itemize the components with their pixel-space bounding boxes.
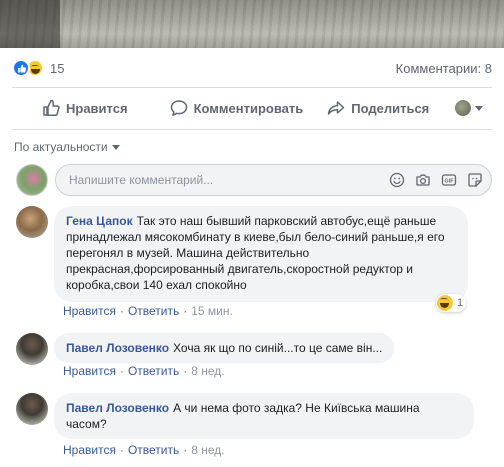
sticker-icon[interactable] xyxy=(467,172,483,188)
svg-text:GIF: GIF xyxy=(444,179,454,185)
gif-icon[interactable]: GIF xyxy=(441,172,457,188)
comment-reply-link[interactable]: Ответить xyxy=(128,304,179,318)
divider xyxy=(12,87,492,88)
sort-dropdown[interactable]: По актуальности xyxy=(14,140,120,154)
comment-bubble: Гена Цапок Так это наш бывший парковский … xyxy=(54,206,468,302)
sort-label: По актуальности xyxy=(14,140,108,154)
comment-item: Павел Лозовенко А чи нема фото задка? Не … xyxy=(16,393,492,463)
reaction-summary[interactable]: 15 xyxy=(12,59,64,77)
post-actions: Нравится Комментировать Поделиться xyxy=(12,92,492,124)
haha-icon xyxy=(437,295,453,311)
camera-icon[interactable] xyxy=(415,172,431,188)
comment-icon xyxy=(170,100,187,116)
comment-meta: Нравится · Ответить · 8 нед. xyxy=(63,364,225,378)
post-as-selector[interactable] xyxy=(455,100,484,116)
comment-bubble: Павел Лозовенко А чи нема фото задка? Не … xyxy=(54,393,474,439)
avatar[interactable] xyxy=(16,206,48,238)
comment-reply-link[interactable]: Ответить xyxy=(128,443,179,457)
comment-timestamp[interactable]: 15 мин. xyxy=(191,304,233,318)
comment-meta: Нравится · Ответить · 15 мин. xyxy=(63,304,233,318)
avatar[interactable] xyxy=(16,393,48,425)
comment-author[interactable]: Гена Цапок xyxy=(66,214,133,228)
like-button[interactable]: Нравится xyxy=(42,99,128,117)
comment-item: Павел Лозовенко Хоча як що по синій...то … xyxy=(16,333,492,381)
comment-bubble: Павел Лозовенко Хоча як що по синій...то … xyxy=(54,333,395,363)
reactions-bar: 15 Комментарии: 8 xyxy=(12,56,492,80)
reaction-count[interactable]: 15 xyxy=(50,61,64,76)
comment-reaction-badge[interactable]: 1 xyxy=(436,294,467,312)
comment-author[interactable]: Павел Лозовенко xyxy=(66,341,169,355)
caret-down-icon xyxy=(111,144,120,150)
like-button-label: Нравится xyxy=(66,100,128,116)
post-photo[interactable] xyxy=(0,0,504,48)
comment-like-link[interactable]: Нравится xyxy=(63,443,116,457)
comment-button[interactable]: Комментировать xyxy=(170,99,304,117)
share-icon xyxy=(327,101,345,115)
like-icon xyxy=(12,59,30,77)
avatar[interactable] xyxy=(16,333,48,365)
comment-meta: Нравится · Ответить · 8 нед. xyxy=(63,443,225,457)
comment-timestamp[interactable]: 8 нед. xyxy=(191,443,224,457)
comment-item: Гена Цапок Так это наш бывший парковский … xyxy=(16,206,492,318)
emoji-icon[interactable] xyxy=(389,172,405,188)
caret-down-icon xyxy=(475,105,484,111)
comment-input-box[interactable]: GIF xyxy=(55,164,492,196)
comment-like-link[interactable]: Нравится xyxy=(63,304,116,318)
comment-button-label: Комментировать xyxy=(193,100,304,116)
comment-author[interactable]: Павел Лозовенко xyxy=(66,401,169,415)
comment-input[interactable] xyxy=(69,173,389,187)
divider xyxy=(12,129,492,130)
share-button[interactable]: Поделиться xyxy=(327,99,429,117)
comment-timestamp[interactable]: 8 нед. xyxy=(191,364,224,378)
like-icon xyxy=(43,99,60,117)
comment-text: Хоча як що по синій...то це саме він... xyxy=(173,341,383,355)
avatar xyxy=(455,100,472,116)
composer-tools: GIF xyxy=(389,172,483,188)
share-button-label: Поделиться xyxy=(351,100,430,116)
comment-like-link[interactable]: Нравится xyxy=(63,364,116,378)
comments-count[interactable]: Комментарии: 8 xyxy=(396,61,492,76)
avatar xyxy=(16,164,48,196)
comment-reply-link[interactable]: Ответить xyxy=(128,364,179,378)
comment-composer: GIF xyxy=(16,163,492,197)
comment-reaction-count: 1 xyxy=(457,297,464,309)
